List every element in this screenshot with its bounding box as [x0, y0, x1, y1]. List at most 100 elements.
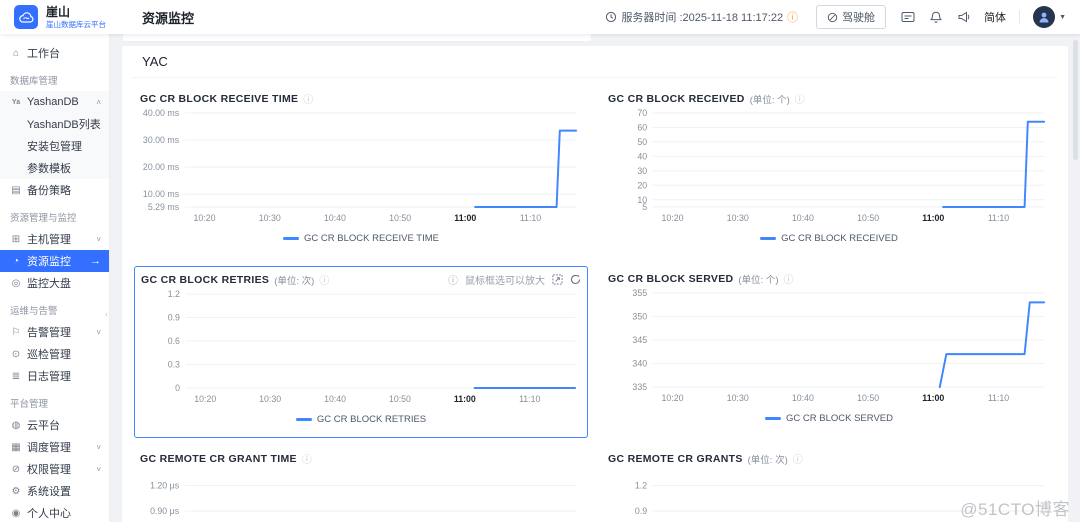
- scrollbar[interactable]: [1073, 40, 1078, 160]
- workorder-icon[interactable]: [901, 11, 915, 23]
- chart-card-gc-cr-block-served: GC CR BLOCK SERVED(单位: 个)ⓘ35535034534033…: [602, 266, 1056, 438]
- brand-subtitle: 崖山数据库云平台: [46, 21, 106, 29]
- sidebar-item-monitor-dashboard[interactable]: ◎监控大盘: [0, 272, 109, 294]
- svg-text:5: 5: [642, 202, 647, 212]
- svg-text:345: 345: [632, 335, 647, 345]
- sidebar-item-personal-center[interactable]: ◉个人中心: [0, 502, 109, 522]
- svg-text:0.9: 0.9: [635, 506, 647, 516]
- dashboard-icon: ◎: [10, 278, 22, 289]
- info-icon[interactable]: ⓘ: [303, 91, 313, 106]
- home-icon: ⌂: [10, 48, 22, 59]
- svg-text:335: 335: [632, 382, 647, 392]
- sidebar-item-yashandb-list[interactable]: YashanDB列表: [0, 113, 109, 135]
- chart-legend[interactable]: GC CR BLOCK RETRIES: [141, 410, 581, 428]
- chart-plot-area[interactable]: 40.00 ms30.00 ms20.00 ms10.00 ms5.29 ms1…: [140, 107, 582, 229]
- svg-text:11:10: 11:10: [520, 213, 541, 223]
- svg-text:40.00 ms: 40.00 ms: [143, 108, 180, 118]
- sidebar-section-label: 数据库管理: [0, 64, 109, 91]
- svg-text:1.2: 1.2: [635, 481, 647, 491]
- user-icon: ◉: [10, 508, 22, 519]
- chart-title: GC CR BLOCK RETRIES: [141, 274, 269, 286]
- chart-unit-label: (单位: 次): [274, 273, 314, 287]
- box-zoom-icon[interactable]: [552, 274, 563, 285]
- svg-text:0.90 μs: 0.90 μs: [150, 506, 180, 516]
- yac-section-card: YAC GC CR BLOCK RECEIVE TIMEⓘ40.00 ms30.…: [122, 46, 1068, 522]
- chart-plot-area[interactable]: 1.20.90.60.3010:2010:3010:4010:5011:0011…: [141, 288, 581, 410]
- refresh-icon[interactable]: [570, 274, 581, 285]
- user-menu[interactable]: ▼: [1033, 6, 1066, 28]
- svg-text:11:00: 11:00: [922, 213, 944, 223]
- svg-text:10:20: 10:20: [662, 213, 684, 223]
- info-icon[interactable]: ⓘ: [793, 451, 803, 466]
- sidebar-item-resource-monitor[interactable]: ◔资源监控→: [0, 250, 109, 272]
- cockpit-button[interactable]: 驾驶舱: [816, 5, 886, 29]
- schedule-icon: ▦: [10, 442, 22, 453]
- sidebar-section-label: 资源管理与监控: [0, 201, 109, 228]
- permission-icon: ⊘: [10, 464, 22, 475]
- svg-text:340: 340: [632, 358, 647, 368]
- server-time-label: 服务器时间 :2025-11-18 11:17:22: [621, 9, 783, 25]
- sidebar-item-cloud-platform[interactable]: ◍云平台: [0, 414, 109, 436]
- sidebar-item-schedule-management[interactable]: ▦调度管理˅: [0, 436, 109, 458]
- chart-legend[interactable]: GC CR BLOCK SERVED: [608, 409, 1050, 427]
- scrolled-previous-card-edge: [122, 34, 592, 42]
- sidebar-item-yashandb[interactable]: YaYashanDB˄: [0, 91, 109, 113]
- chart-plot-area[interactable]: 70605040302010510:2010:3010:4010:5011:00…: [608, 107, 1050, 229]
- sidebar-item-workbench[interactable]: ⌂ 工作台: [0, 42, 109, 64]
- announcement-icon[interactable]: [957, 11, 971, 23]
- sidebar-item-label: 云平台: [27, 417, 60, 433]
- legend-line-marker: [296, 418, 312, 421]
- svg-text:11:10: 11:10: [519, 394, 540, 404]
- legend-label: GC CR BLOCK RECEIVED: [781, 233, 898, 244]
- chart-plot-area[interactable]: 1.20 μs0.90 μs: [140, 467, 582, 522]
- sidebar-item-parameter-template[interactable]: 参数模板: [0, 157, 109, 179]
- svg-text:10:30: 10:30: [727, 393, 749, 403]
- svg-text:10:40: 10:40: [324, 213, 346, 223]
- sidebar-item-package-management[interactable]: 安装包管理: [0, 135, 109, 157]
- time-warning-info-icon[interactable]: ⓘ: [787, 9, 798, 25]
- chart-plot-area[interactable]: 35535034534033510:2010:3010:4010:5011:00…: [608, 287, 1050, 409]
- sidebar-item-label: YashanDB: [27, 96, 79, 108]
- brand-logo: [14, 5, 38, 29]
- svg-text:10:40: 10:40: [324, 394, 346, 404]
- svg-text:10:30: 10:30: [259, 213, 281, 223]
- language-selector[interactable]: 简体: [984, 9, 1006, 25]
- sidebar-item-backup-policy[interactable]: ▤备份策略: [0, 179, 109, 201]
- sidebar-item-alarm-management[interactable]: ⚐告警管理˅: [0, 321, 109, 343]
- brand: 崖山 崖山数据库云平台: [46, 6, 106, 29]
- sidebar-item-host-management[interactable]: ⊞主机管理˅: [0, 228, 109, 250]
- page-title: 资源监控: [142, 8, 194, 27]
- sidebar-item-label: 工作台: [27, 45, 60, 61]
- app-window: 崖山 崖山数据库云平台 资源监控 服务器时间 :2025-11-18 11:17…: [0, 0, 1080, 522]
- svg-text:1.2: 1.2: [168, 289, 180, 299]
- svg-text:10.00 ms: 10.00 ms: [143, 189, 180, 199]
- chart-title: GC CR BLOCK SERVED: [608, 273, 733, 285]
- divider: [1019, 10, 1020, 24]
- sidebar-item-system-settings[interactable]: ⚙系统设置: [0, 480, 109, 502]
- server-time: 服务器时间 :2025-11-18 11:17:22 ⓘ: [605, 9, 798, 25]
- info-icon[interactable]: ⓘ: [319, 272, 329, 287]
- svg-text:10:20: 10:20: [194, 394, 216, 404]
- sidebar-item-inspection-management[interactable]: ⊙巡检管理: [0, 343, 109, 365]
- svg-text:11:00: 11:00: [454, 394, 476, 404]
- chart-legend[interactable]: GC CR BLOCK RECEIVE TIME: [140, 229, 582, 247]
- notification-bell-icon[interactable]: [930, 11, 942, 24]
- sidebar: ‹ ⌂工作台数据库管理YaYashanDB˄YashanDB列表安装包管理参数模…: [0, 34, 110, 522]
- svg-text:50: 50: [637, 137, 647, 147]
- sidebar-item-log-management[interactable]: ≣日志管理: [0, 365, 109, 387]
- charts-grid: GC CR BLOCK RECEIVE TIMEⓘ40.00 ms30.00 m…: [132, 86, 1058, 522]
- info-icon[interactable]: ⓘ: [784, 271, 794, 286]
- sidebar-item-label: 告警管理: [27, 324, 71, 340]
- svg-text:11:10: 11:10: [988, 213, 1009, 223]
- svg-text:350: 350: [632, 311, 647, 321]
- chart-card-gc-cr-block-received: GC CR BLOCK RECEIVED(单位: 个)ⓘ706050403020…: [602, 86, 1056, 258]
- info-icon[interactable]: ⓘ: [302, 451, 312, 466]
- svg-text:5.29 ms: 5.29 ms: [148, 202, 180, 212]
- svg-text:0: 0: [175, 383, 180, 393]
- sidebar-item-permission-management[interactable]: ⊘权限管理˅: [0, 458, 109, 480]
- info-icon[interactable]: ⓘ: [795, 91, 805, 106]
- chart-unit-label: (单位: 次): [748, 452, 788, 466]
- chart-legend[interactable]: GC CR BLOCK RECEIVED: [608, 229, 1050, 247]
- monitor-icon: ◔: [10, 256, 22, 267]
- svg-text:20: 20: [637, 180, 647, 190]
